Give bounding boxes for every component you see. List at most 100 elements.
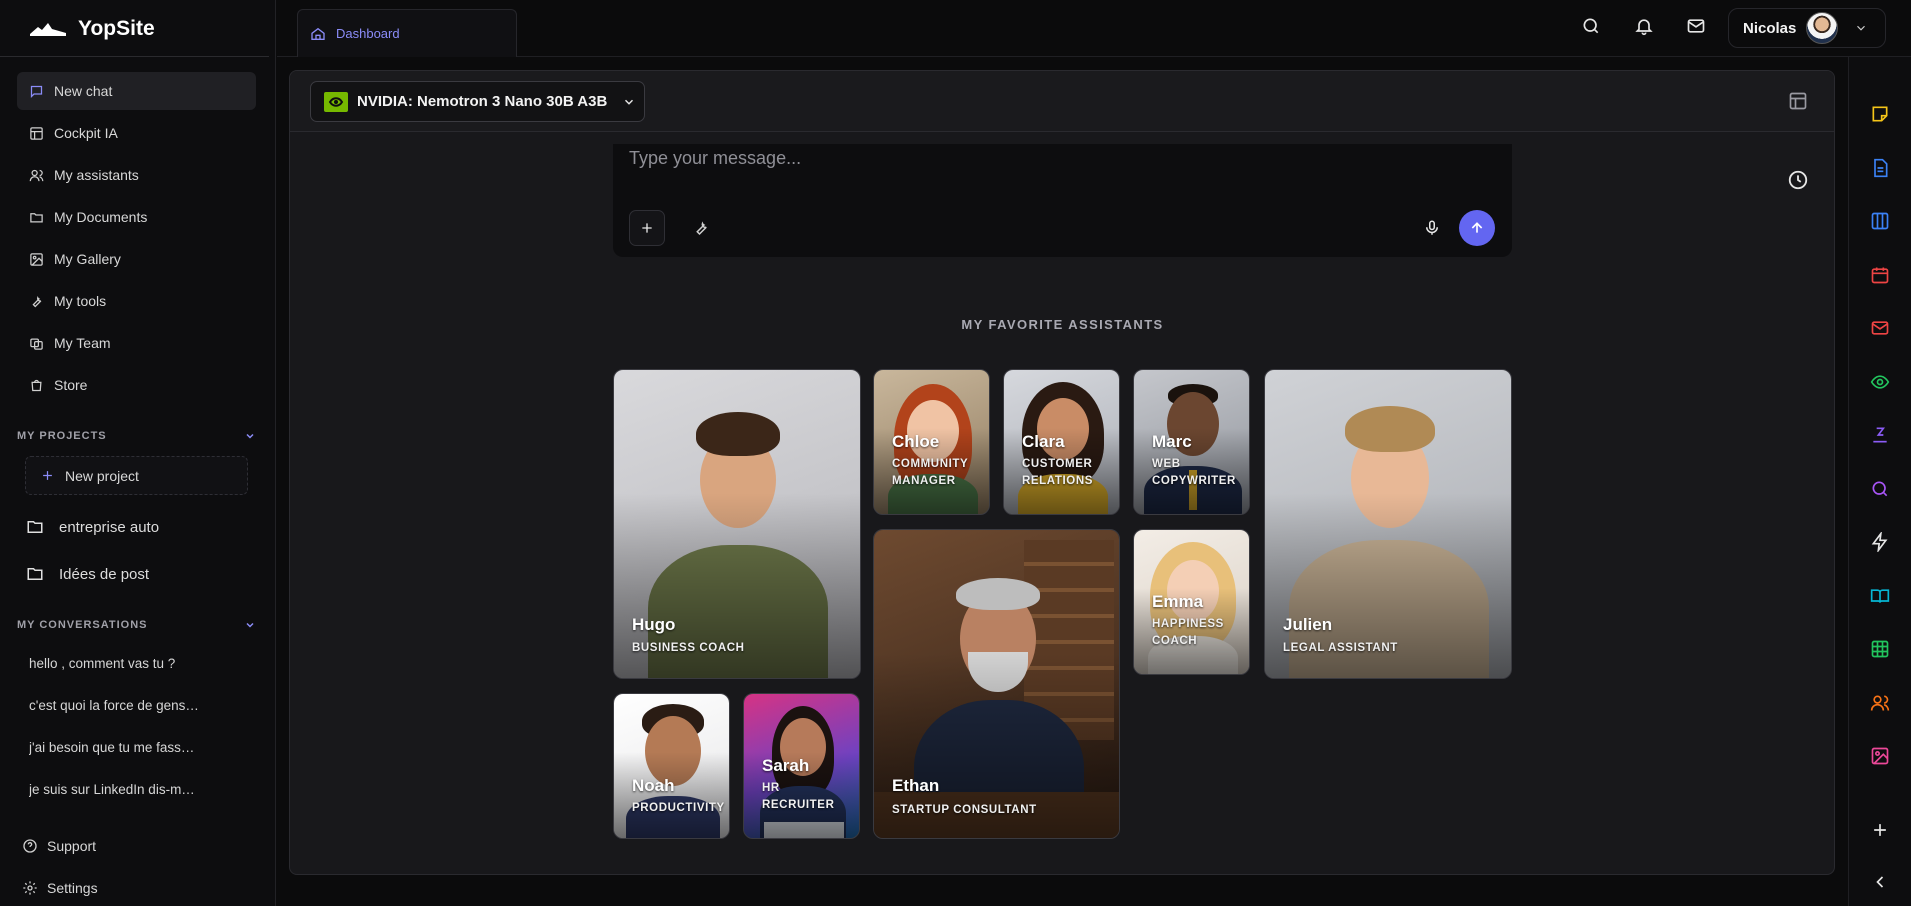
plus-icon xyxy=(43,471,52,480)
rail-add-button[interactable] xyxy=(1870,820,1890,840)
rail-search-button[interactable] xyxy=(1870,479,1890,499)
sidebar-item-new-chat[interactable]: New chat xyxy=(17,72,256,110)
assistant-card-marc[interactable]: Marc WEB COPYWRITER xyxy=(1133,369,1250,515)
sidebar-item-label: New chat xyxy=(54,83,113,99)
settings-label: Settings xyxy=(47,880,98,896)
rail-contacts-button[interactable] xyxy=(1870,693,1890,713)
new-project-button[interactable]: New project xyxy=(25,456,248,495)
assistant-name: Ethan xyxy=(892,776,940,795)
gear-icon xyxy=(23,881,37,895)
layout-icon xyxy=(1789,92,1807,110)
rail-mail-button[interactable] xyxy=(1870,318,1890,338)
conversation-item[interactable]: je suis sur LinkedIn dis-m… xyxy=(29,782,209,797)
rail-kanban-button[interactable] xyxy=(1870,211,1890,231)
search-button[interactable] xyxy=(1579,14,1603,38)
search-icon xyxy=(1872,481,1888,497)
sidebar-item-store[interactable]: Store xyxy=(17,366,256,404)
layout-icon xyxy=(30,126,43,140)
microphone-icon xyxy=(1426,220,1438,235)
attach-button[interactable] xyxy=(629,210,665,246)
conversation-item[interactable]: j'ai besoin que tu me fass… xyxy=(29,740,209,755)
brand-logo[interactable]: YopSite xyxy=(28,14,155,44)
notifications-button[interactable] xyxy=(1632,14,1656,38)
support-label: Support xyxy=(47,838,97,854)
rail-knowledge-button[interactable] xyxy=(1870,586,1890,606)
project-item[interactable]: entreprise auto xyxy=(25,512,159,542)
message-composer xyxy=(613,144,1512,257)
message-input[interactable] xyxy=(629,148,1489,169)
sidebar-item-documents[interactable]: My Documents xyxy=(17,198,256,236)
rail-automation-button[interactable] xyxy=(1870,530,1890,554)
file-text-icon xyxy=(1874,158,1888,178)
users-icon xyxy=(29,169,44,181)
rail-calendar-button[interactable] xyxy=(1870,265,1890,285)
mail-icon xyxy=(1871,321,1889,335)
layout-toggle-button[interactable] xyxy=(1788,91,1808,111)
calendar-icon xyxy=(1871,267,1889,284)
conversation-item[interactable]: hello , comment vas tu ? xyxy=(29,656,209,671)
assistant-card-chloe[interactable]: Chloe COMMUNITY MANAGER xyxy=(873,369,990,515)
assistant-role: BUSINESS COACH xyxy=(632,642,745,654)
sidebar-item-label: My Gallery xyxy=(54,251,121,267)
rail-preview-button[interactable] xyxy=(1870,372,1890,392)
history-button[interactable] xyxy=(1787,169,1809,191)
tab-dashboard[interactable]: Dashboard xyxy=(297,9,517,57)
assistant-card-ethan[interactable]: Ethan STARTUP CONSULTANT xyxy=(873,529,1120,839)
sidebar-item-tools[interactable]: My tools xyxy=(17,282,256,320)
nvidia-logo-icon xyxy=(324,91,348,112)
assistant-name: Julien xyxy=(1283,615,1333,634)
sticky-note-icon xyxy=(1872,106,1888,122)
assistant-card-julien[interactable]: Julien LEGAL ASSISTANT xyxy=(1264,369,1512,679)
wrench-icon xyxy=(696,221,707,236)
mail-icon xyxy=(1687,19,1705,33)
assistant-role: STARTUP CONSULTANT xyxy=(892,804,1037,816)
rail-signature-button[interactable] xyxy=(1870,425,1890,445)
assistant-card-clara[interactable]: Clara CUSTOMER RELATIONS xyxy=(1003,369,1120,515)
chat-panel: NVIDIA: Nemotron 3 Nano 30B A3B Type you… xyxy=(289,70,1835,875)
search-icon xyxy=(1583,18,1599,34)
topbar: Dashboard Nicolas xyxy=(277,0,1911,57)
assistant-card-emma[interactable]: Emma HAPPINESS COACH xyxy=(1133,529,1250,675)
projects-section-header[interactable]: MY PROJECTS xyxy=(17,430,256,442)
project-name: Idées de post xyxy=(59,565,150,583)
messages-button[interactable] xyxy=(1684,14,1708,38)
user-name: Nicolas xyxy=(1743,19,1797,37)
conversation-item[interactable]: c'est quoi la force de gens… xyxy=(29,698,209,713)
sidebar-item-team[interactable]: My Team xyxy=(17,324,256,362)
rail-document-button[interactable] xyxy=(1870,158,1890,178)
sidebar-item-assistants[interactable]: My assistants xyxy=(17,156,256,194)
model-selector[interactable]: NVIDIA: Nemotron 3 Nano 30B A3B xyxy=(310,81,645,122)
user-menu[interactable]: Nicolas xyxy=(1728,8,1886,48)
assistant-role: HR RECRUITER xyxy=(762,782,835,811)
conversations-section-header[interactable]: MY CONVERSATIONS xyxy=(17,619,256,631)
assistant-card-noah[interactable]: Noah PRODUCTIVITY xyxy=(613,693,730,839)
send-button[interactable] xyxy=(1459,210,1495,246)
assistant-role: CUSTOMER RELATIONS xyxy=(1022,458,1093,487)
sidebar-item-cockpit[interactable]: Cockpit IA xyxy=(17,114,256,152)
rail-images-button[interactable] xyxy=(1870,746,1890,766)
app-root: YopSite New chat Cockpit IA My assistant… xyxy=(0,0,1911,906)
sidebar-item-gallery[interactable]: My Gallery xyxy=(17,240,256,278)
sidebar-nav: New chat Cockpit IA My assistants My Doc… xyxy=(17,72,256,408)
assistant-card-sarah[interactable]: Sarah HR RECRUITER xyxy=(743,693,860,839)
favorites-title: MY FAVORITE ASSISTANTS xyxy=(961,317,1164,332)
assistant-name: Noah xyxy=(632,776,675,795)
tools-button[interactable] xyxy=(683,210,719,246)
panel-header: NVIDIA: Nemotron 3 Nano 30B A3B xyxy=(290,71,1834,132)
rail-collapse-button[interactable] xyxy=(1870,872,1890,892)
rail-table-button[interactable] xyxy=(1870,639,1890,659)
project-item[interactable]: Idées de post xyxy=(25,559,149,589)
support-link[interactable]: Support xyxy=(22,838,96,854)
assistant-card-hugo[interactable]: Hugo BUSINESS COACH xyxy=(613,369,861,679)
voice-input-button[interactable] xyxy=(1414,210,1450,246)
bell-icon xyxy=(1635,19,1653,36)
settings-link[interactable]: Settings xyxy=(22,880,98,896)
rail-notes-button[interactable] xyxy=(1870,104,1890,124)
home-icon xyxy=(311,27,325,40)
chevron-down-icon xyxy=(625,99,634,105)
chevron-down-icon xyxy=(246,433,254,439)
wrench-icon xyxy=(32,295,42,307)
projects-title: MY PROJECTS xyxy=(17,430,107,442)
signature-icon xyxy=(1873,427,1887,443)
assistant-role: PRODUCTIVITY xyxy=(632,802,725,814)
